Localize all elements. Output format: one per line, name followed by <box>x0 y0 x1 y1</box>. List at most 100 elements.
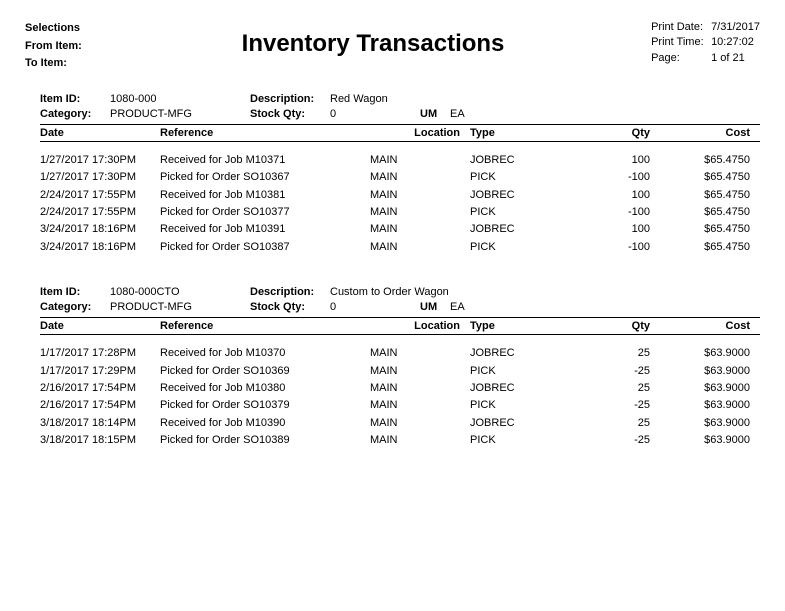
um-label: UM <box>420 301 450 313</box>
cell-cost: $63.9000 <box>650 433 750 448</box>
cell-qty: -100 <box>570 205 650 220</box>
category-value: PRODUCT-MFG <box>110 108 250 120</box>
table-row: 1/17/2017 17:29PMPicked for Order SO1036… <box>40 363 760 380</box>
um-label: UM <box>420 108 450 120</box>
table-row: 1/27/2017 17:30PMPicked for Order SO1036… <box>40 169 760 186</box>
item-meta: Item ID:1080-000CTODescription:Custom to… <box>25 286 760 313</box>
cell-type: PICK <box>470 398 570 413</box>
table-row: 1/17/2017 17:28PMReceived for Job M10370… <box>40 345 760 362</box>
selections-title: Selections <box>25 20 95 38</box>
item-block: Item ID:1080-000CTODescription:Custom to… <box>25 286 760 449</box>
cell-type: PICK <box>470 240 570 255</box>
cell-qty: 25 <box>570 416 650 431</box>
cell-reference: Picked for Order SO10367 <box>160 170 370 185</box>
print-time-label: Print Time: <box>651 35 711 50</box>
category-label: Category: <box>40 301 110 313</box>
description-label: Description: <box>250 93 330 105</box>
table-row: 2/24/2017 17:55PMPicked for Order SO1037… <box>40 204 760 221</box>
cell-reference: Received for Job M10380 <box>160 381 370 396</box>
cell-qty: -100 <box>570 170 650 185</box>
cell-location: MAIN <box>370 240 470 255</box>
stock-qty-value: 0 <box>330 301 420 313</box>
column-header-row: DateReferenceLocationTypeQtyCost <box>40 124 760 142</box>
col-location: Location <box>370 127 470 139</box>
cell-location: MAIN <box>370 170 470 185</box>
cell-cost: $63.9000 <box>650 364 750 379</box>
cell-reference: Picked for Order SO10377 <box>160 205 370 220</box>
cell-cost: $65.4750 <box>650 205 750 220</box>
cell-date: 3/18/2017 18:14PM <box>40 416 160 431</box>
table-row: 3/18/2017 18:14PMReceived for Job M10390… <box>40 415 760 432</box>
table-row: 2/24/2017 17:55PMReceived for Job M10381… <box>40 187 760 204</box>
cell-qty: -25 <box>570 433 650 448</box>
cell-qty: -25 <box>570 398 650 413</box>
cell-date: 1/17/2017 17:28PM <box>40 346 160 361</box>
description-value: Red Wagon <box>330 93 388 105</box>
cell-reference: Received for Job M10390 <box>160 416 370 431</box>
to-item-label: To Item: <box>25 55 95 73</box>
category-label: Category: <box>40 108 110 120</box>
cell-cost: $65.4750 <box>650 170 750 185</box>
cell-location: MAIN <box>370 398 470 413</box>
cell-location: MAIN <box>370 205 470 220</box>
table-row: 3/18/2017 18:15PMPicked for Order SO1038… <box>40 432 760 449</box>
cell-date: 3/24/2017 18:16PM <box>40 240 160 255</box>
col-reference: Reference <box>160 320 370 332</box>
col-qty: Qty <box>570 320 650 332</box>
cell-location: MAIN <box>370 433 470 448</box>
item-id-value: 1080-000 <box>110 93 250 105</box>
cell-cost: $63.9000 <box>650 381 750 396</box>
table-row: 3/24/2017 18:16PMPicked for Order SO1038… <box>40 239 760 256</box>
cell-reference: Picked for Order SO10387 <box>160 240 370 255</box>
cell-date: 3/24/2017 18:16PM <box>40 222 160 237</box>
from-item-label: From Item: <box>25 38 95 56</box>
cell-reference: Received for Job M10391 <box>160 222 370 237</box>
col-date: Date <box>40 127 160 139</box>
report-title: Inventory Transactions <box>95 30 651 58</box>
cell-type: JOBREC <box>470 346 570 361</box>
cell-cost: $65.4750 <box>650 188 750 203</box>
item-meta: Item ID:1080-000Description:Red WagonCat… <box>25 93 760 120</box>
table-row: 1/27/2017 17:30PMReceived for Job M10371… <box>40 152 760 169</box>
col-type: Type <box>470 320 570 332</box>
cell-date: 2/24/2017 17:55PM <box>40 188 160 203</box>
cell-qty: 100 <box>570 188 650 203</box>
item-id-label: Item ID: <box>40 286 110 298</box>
print-date-value: 7/31/2017 <box>711 20 760 35</box>
print-info: Print Date: 7/31/2017 Print Time: 10:27:… <box>651 20 760 66</box>
col-qty: Qty <box>570 127 650 139</box>
cell-cost: $63.9000 <box>650 398 750 413</box>
cell-cost: $63.9000 <box>650 416 750 431</box>
cell-location: MAIN <box>370 188 470 203</box>
cell-reference: Received for Job M10371 <box>160 153 370 168</box>
cell-qty: -100 <box>570 240 650 255</box>
cell-type: PICK <box>470 433 570 448</box>
cell-reference: Received for Job M10370 <box>160 346 370 361</box>
stock-qty-value: 0 <box>330 108 420 120</box>
col-reference: Reference <box>160 127 370 139</box>
cell-location: MAIN <box>370 222 470 237</box>
cell-cost: $65.4750 <box>650 240 750 255</box>
cell-cost: $65.4750 <box>650 153 750 168</box>
cell-date: 2/24/2017 17:55PM <box>40 205 160 220</box>
cell-date: 1/27/2017 17:30PM <box>40 170 160 185</box>
cell-type: PICK <box>470 364 570 379</box>
item-block: Item ID:1080-000Description:Red WagonCat… <box>25 93 760 256</box>
cell-type: JOBREC <box>470 381 570 396</box>
cell-type: PICK <box>470 205 570 220</box>
col-type: Type <box>470 127 570 139</box>
col-date: Date <box>40 320 160 332</box>
category-value: PRODUCT-MFG <box>110 301 250 313</box>
cell-date: 1/17/2017 17:29PM <box>40 364 160 379</box>
cell-date: 3/18/2017 18:15PM <box>40 433 160 448</box>
table-row: 3/24/2017 18:16PMReceived for Job M10391… <box>40 221 760 238</box>
table-wrap: DateReferenceLocationTypeQtyCost 1/27/201… <box>25 124 760 256</box>
cell-type: JOBREC <box>470 188 570 203</box>
item-id-value: 1080-000CTO <box>110 286 250 298</box>
page-value: 1 of 21 <box>711 51 745 66</box>
page-label: Page: <box>651 51 711 66</box>
cell-location: MAIN <box>370 381 470 396</box>
cell-cost: $63.9000 <box>650 346 750 361</box>
selections-block: Selections From Item: To Item: <box>25 20 95 73</box>
description-label: Description: <box>250 286 330 298</box>
